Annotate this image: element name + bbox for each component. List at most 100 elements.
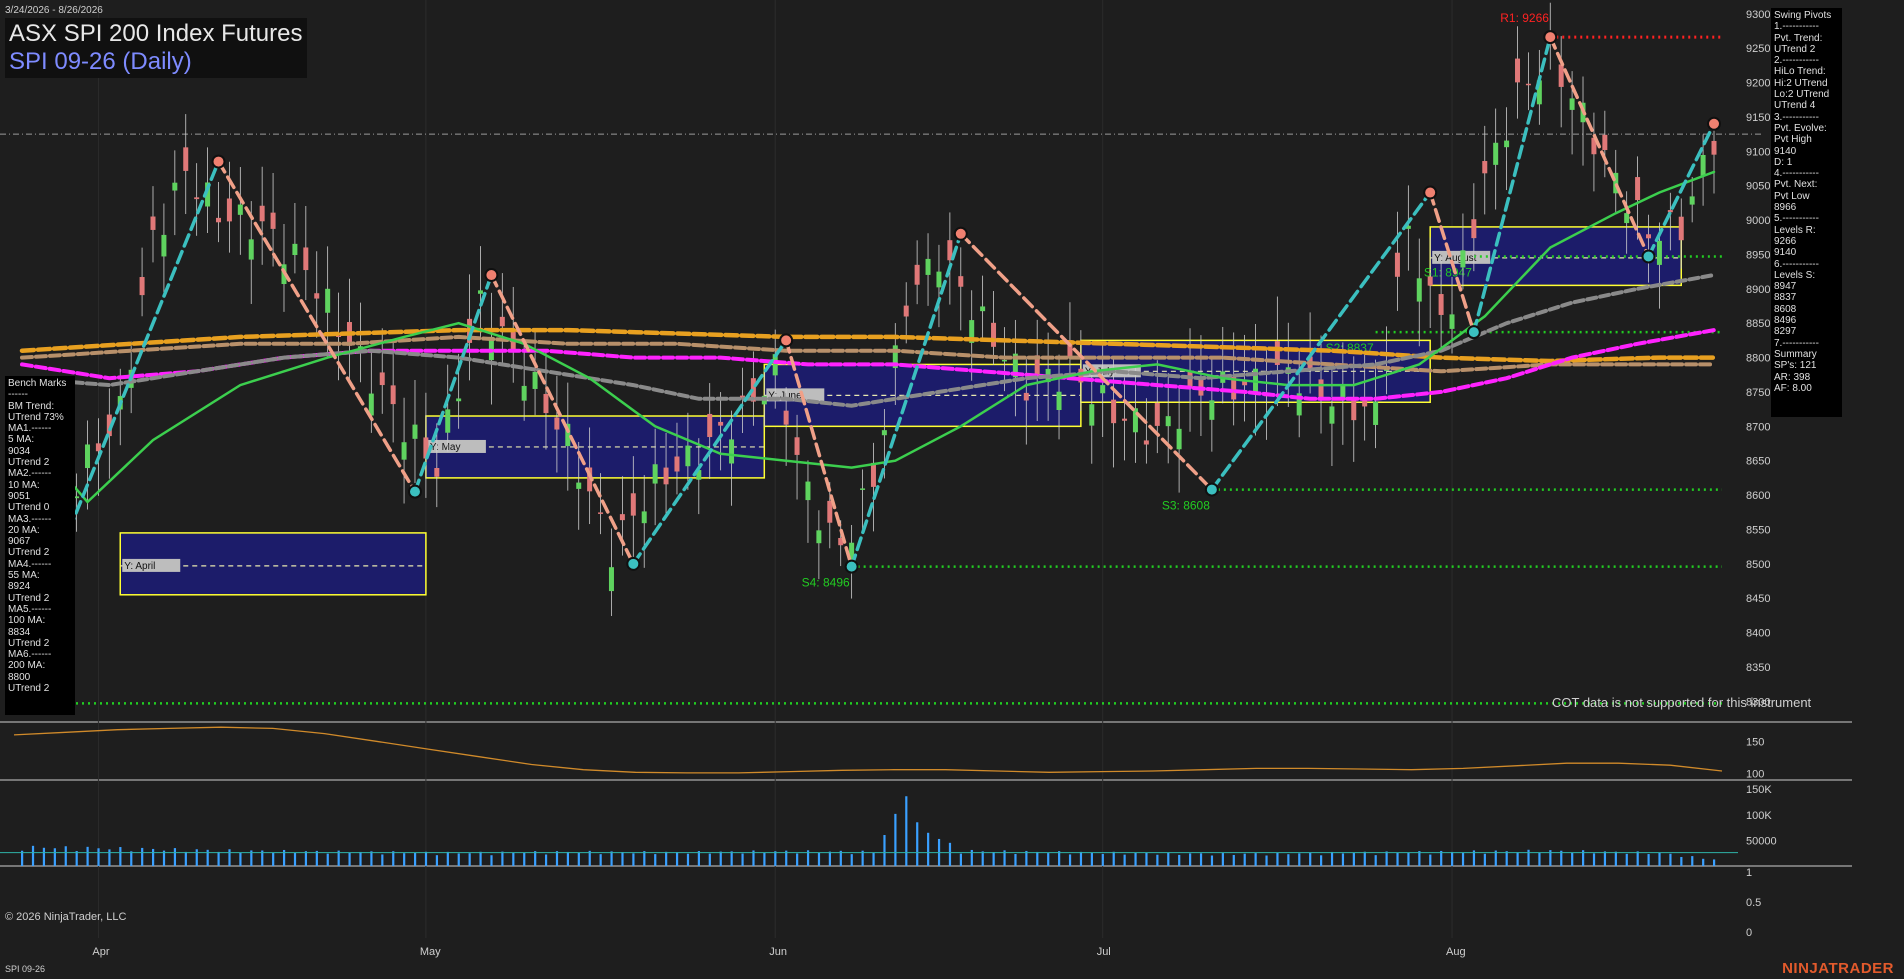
candle-body	[914, 264, 920, 285]
volume-bar	[948, 842, 952, 866]
y-tick-label: 8500	[1746, 559, 1770, 571]
volume-tick-label: 150K	[1746, 784, 1772, 796]
swing-pivots-line: 8496	[1774, 315, 1797, 327]
bench-marks-line: 100 MA:	[8, 615, 46, 627]
volume-bar	[1101, 853, 1104, 866]
bench-marks-line: UTrend 2	[8, 457, 50, 469]
candle-body	[1373, 401, 1379, 425]
swing-pivots-line: Summary	[1774, 348, 1817, 360]
volume-bar	[217, 851, 220, 866]
swing-pivot-marker	[211, 154, 226, 169]
swing-pivots-line: 9140	[1774, 247, 1797, 259]
candle-body	[1493, 142, 1499, 165]
volume-bar	[1145, 852, 1148, 866]
y-tick-label: 8750	[1746, 387, 1770, 399]
candle-body	[1111, 399, 1117, 424]
volume-bar	[1429, 854, 1432, 866]
swing-pivots-line: SP's: 121	[1774, 360, 1817, 372]
swing-pivots-line: Hi:2 UTrend	[1774, 77, 1828, 89]
volume-bar	[774, 851, 777, 866]
volume-bar	[75, 851, 78, 866]
chart-canvas: Apr May Jun Jul Aug8300835084008450850085508…	[0, 0, 1852, 958]
volume-bar	[1112, 851, 1115, 866]
swing-line	[1548, 35, 1651, 259]
candle-body	[1165, 416, 1171, 427]
volume-bar	[86, 846, 89, 866]
volume-bar	[1407, 852, 1410, 866]
volume-bar	[544, 854, 548, 866]
candle-body	[1416, 278, 1422, 302]
volume-bar	[512, 852, 515, 866]
volume-bar	[1090, 852, 1093, 866]
swing-pivot-marker	[1204, 482, 1219, 497]
volume-bar	[359, 851, 362, 866]
candle-body	[619, 514, 625, 521]
swing-pivot-marker	[1707, 116, 1721, 131]
copyright: © 2026 NinjaTrader, LLC	[5, 911, 127, 923]
volume-bar	[850, 854, 853, 866]
candle-body	[991, 322, 997, 347]
volume-bar	[1309, 852, 1312, 866]
volume-bar	[916, 822, 919, 866]
candle-body	[598, 512, 604, 514]
swing-pivots-line: 5.-----------	[1774, 213, 1819, 225]
candle-body	[1143, 440, 1149, 445]
candle-body	[1678, 216, 1684, 241]
candle-body	[1394, 252, 1400, 277]
swing-pivots-line: 9266	[1774, 235, 1797, 247]
candle-body	[292, 243, 298, 256]
candle-body	[1635, 177, 1641, 201]
candle-body	[1689, 196, 1695, 205]
volume-bar	[119, 847, 122, 866]
swing-pivots-line: 2.-----------	[1774, 55, 1819, 67]
y-tick-label: 8800	[1746, 353, 1770, 365]
candle-body	[718, 421, 724, 426]
bench-marks-line: 9034	[8, 445, 31, 457]
candle-body	[1602, 134, 1608, 151]
swing-pivots-line: 9140	[1774, 145, 1797, 157]
volume-bar	[293, 852, 297, 866]
candle-body	[685, 445, 691, 467]
volume-bar	[457, 853, 460, 866]
y-tick-label: 8400	[1746, 628, 1770, 640]
candle-body	[1700, 154, 1706, 177]
volume-bar	[1320, 855, 1323, 866]
candle-body	[1504, 140, 1510, 148]
candle-body	[194, 197, 200, 200]
volume-bar	[817, 852, 821, 866]
value-area-label: Y: April	[124, 561, 155, 572]
y-tick-label: 8950	[1746, 249, 1770, 261]
x-tick-label: May	[420, 946, 441, 958]
swing-pivots-line: Levels S:	[1774, 269, 1816, 281]
volume-bar	[501, 851, 504, 866]
volume-bar	[686, 853, 690, 866]
volume-bar	[184, 851, 187, 866]
swing-pivots-line: 8837	[1774, 292, 1797, 304]
x-tick-label: Aug	[1446, 946, 1466, 958]
candle-body	[1056, 391, 1062, 411]
swing-pivots-line: D: 1	[1774, 156, 1793, 168]
volume-bar	[708, 853, 711, 866]
volume-bar	[1396, 852, 1399, 866]
swing-pivots-line: Pvt. Next:	[1774, 179, 1818, 191]
bench-marks-line: MA5.------	[8, 603, 52, 615]
swing-pivot-marker	[626, 556, 641, 571]
volume-bar	[1571, 852, 1574, 866]
volume-bar	[141, 847, 144, 866]
candle-body	[237, 204, 243, 215]
volume-bar	[555, 851, 559, 866]
swing-pivot-marker	[844, 559, 859, 574]
volume-bar	[1680, 856, 1683, 866]
indicator-tick-label: 100	[1746, 769, 1764, 781]
candle-body	[499, 316, 505, 327]
swing-pivots-line: 8966	[1774, 202, 1797, 214]
volume-bar	[675, 852, 679, 866]
volume-bar	[1047, 853, 1050, 866]
bench-marks-line: 9051	[8, 490, 31, 502]
volume-bar	[697, 851, 700, 866]
candle-body	[1329, 406, 1335, 424]
volume-bar	[894, 813, 897, 866]
volume-bar	[490, 855, 493, 866]
indicator-line	[13, 726, 1723, 774]
candle-body	[652, 464, 658, 484]
